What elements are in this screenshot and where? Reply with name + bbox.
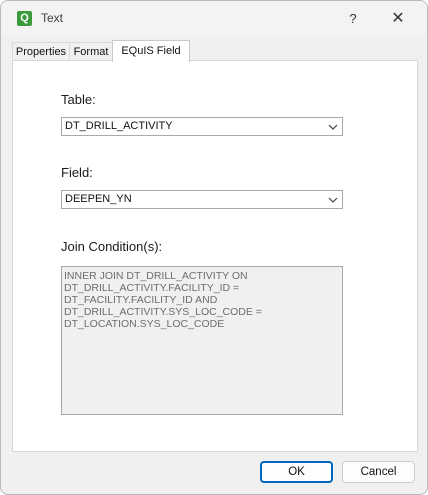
dialog-window: Q Text ? ✕ Properties Format EQuIS Field…: [0, 0, 428, 495]
tab-format[interactable]: Format: [69, 42, 113, 61]
field-select-value: DEEPEN_YN: [65, 193, 132, 205]
chevron-down-icon: [328, 124, 338, 130]
table-select-value: DT_DRILL_ACTIVITY: [65, 120, 173, 132]
table-select[interactable]: DT_DRILL_ACTIVITY: [61, 117, 343, 136]
field-label: Field:: [61, 165, 93, 180]
table-label: Table:: [61, 92, 96, 107]
cancel-button[interactable]: Cancel: [342, 461, 415, 483]
tab-panel: Table: DT_DRILL_ACTIVITY Field: DEEPEN_Y…: [12, 60, 418, 452]
app-icon: Q: [17, 11, 32, 26]
window-title: Text: [41, 11, 64, 25]
close-icon[interactable]: ✕: [385, 7, 411, 31]
title-bar: Q Text ? ✕: [1, 1, 427, 37]
join-conditions-label: Join Condition(s):: [61, 239, 163, 254]
field-select[interactable]: DEEPEN_YN: [61, 190, 343, 209]
chevron-down-icon: [328, 197, 338, 203]
help-icon[interactable]: ?: [341, 7, 365, 31]
ok-button[interactable]: OK: [260, 461, 333, 483]
tab-properties[interactable]: Properties: [12, 42, 70, 61]
join-conditions-textarea[interactable]: INNER JOIN DT_DRILL_ACTIVITY ON DT_DRILL…: [61, 266, 343, 415]
tab-equis-field[interactable]: EQuIS Field: [112, 40, 190, 62]
